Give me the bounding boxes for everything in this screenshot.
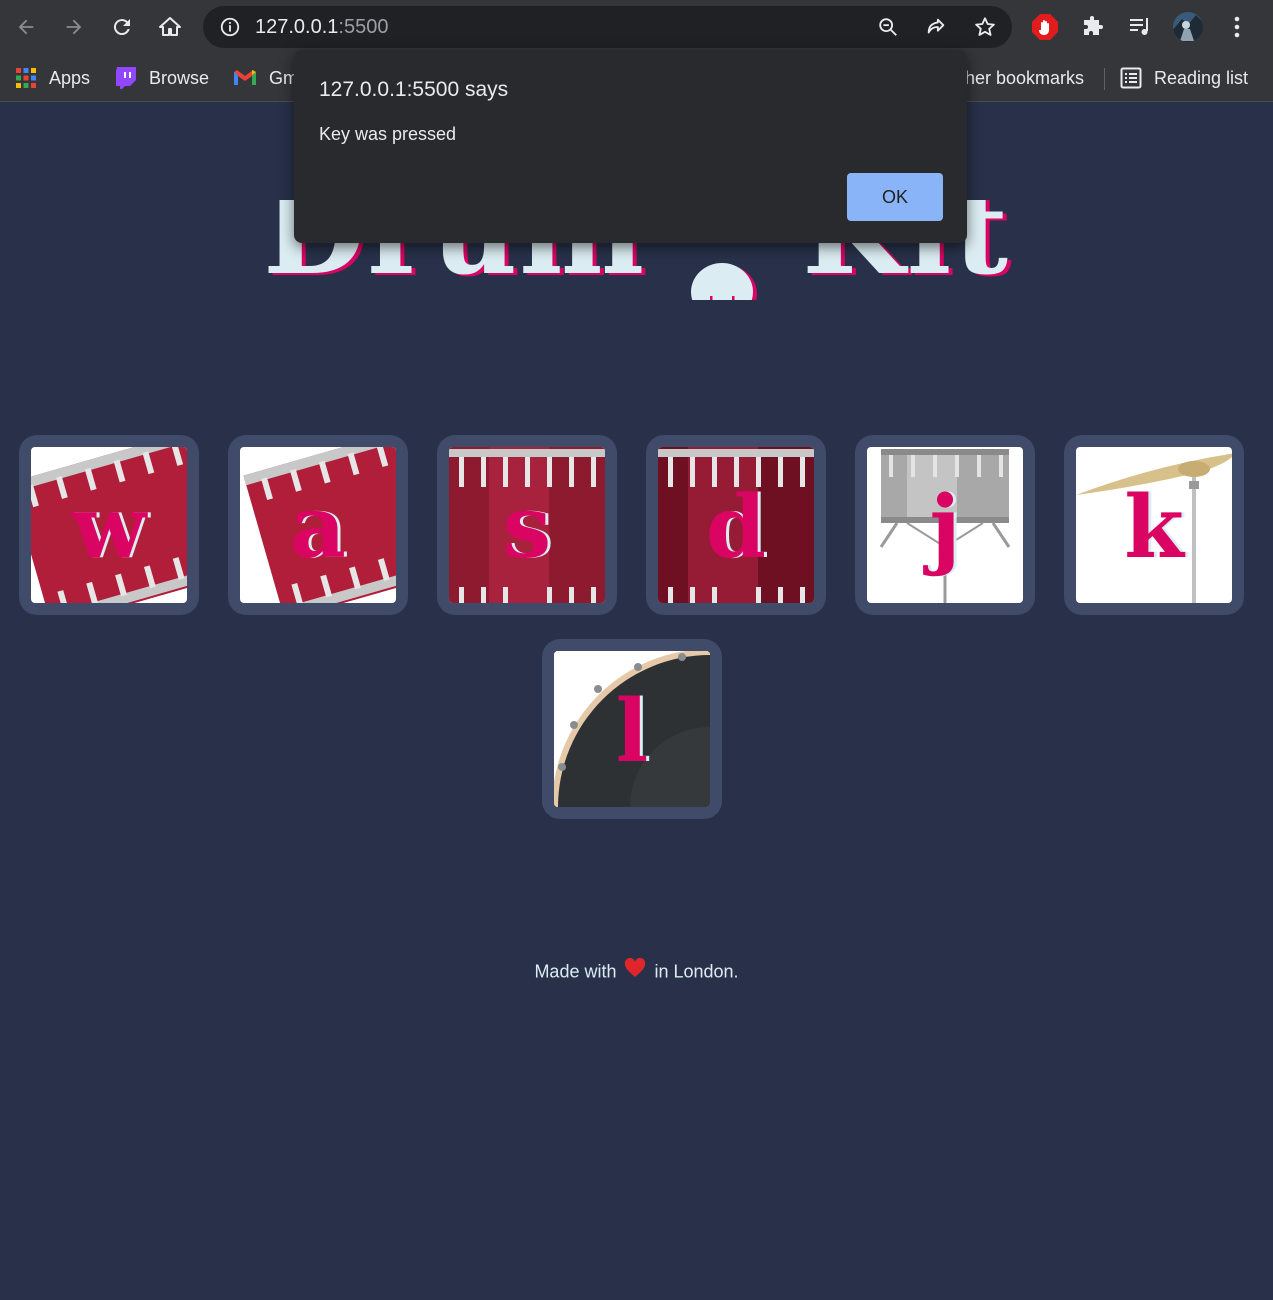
back-arrow-icon [18,19,34,35]
url-host: 127.0.0.1 [255,16,339,38]
bookmark-gmail[interactable]: Gm [233,64,298,92]
bookmark-twitch[interactable]: Browse [115,64,209,92]
url-text: 127.0.0.1:5500 [255,16,388,39]
ok-button[interactable]: OK [847,173,943,221]
drum-button-s[interactable]: s [437,435,617,615]
apps-grid-icon [15,67,37,89]
bookmarks-divider [1104,68,1105,90]
drum-key-label: k [1124,477,1184,578]
footer-text-before: Made with [534,961,617,982]
drum-button-a[interactable]: a [228,435,408,615]
back-button[interactable] [10,11,42,43]
reload-icon [113,19,130,36]
bookmark-reading-list-label: Reading list [1154,67,1249,88]
drum-key-label: l [615,681,649,782]
drum-button-k[interactable]: k [1064,435,1244,615]
home-icon [159,17,181,36]
alert-dialog: 127.0.0.1:5500 says Key was pressed OK [294,50,967,243]
bookmark-star-icon[interactable] [973,15,997,39]
drum-key-label: w [71,477,147,578]
gmail-icon [233,69,257,87]
drum-button-j[interactable]: j [855,435,1035,615]
url-port: :5500 [338,16,389,38]
footer-text-after: in London. [654,961,739,982]
browser-menu-icon[interactable] [1221,11,1253,43]
media-queue-icon[interactable] [1124,11,1156,43]
dialog-message: Key was pressed [319,124,457,144]
drum-button-w[interactable]: w [19,435,199,615]
home-button[interactable] [154,11,186,43]
bookmark-twitch-label: Browse [149,67,210,88]
drum-key-label: d [705,477,767,578]
zoom-icon[interactable] [876,15,900,39]
forward-arrow-icon [66,19,82,35]
reading-list-icon [1120,67,1142,89]
heart-icon [624,957,646,983]
bookmark-other-label: ther bookmarks [960,67,1085,88]
drum-button-l[interactable]: l [542,639,722,819]
twitch-icon [115,66,137,90]
forward-button[interactable] [58,11,90,43]
bookmark-apps[interactable]: Apps [15,64,90,92]
bookmark-apps-label: Apps [49,67,91,88]
drum-key-label: a [290,477,346,578]
dialog-title: 127.0.0.1:5500 says [319,78,509,101]
bookmark-reading-list[interactable]: Reading list [1120,64,1248,92]
site-info-icon[interactable] [218,15,242,39]
profile-avatar[interactable] [1172,11,1204,43]
drum-key-label: j [929,477,961,578]
drum-button-d[interactable]: d [646,435,826,615]
drum-key-label: s [502,477,552,578]
browser-toolbar: 127.0.0.1:5500 [0,0,1273,54]
footer: Made with in London. [0,957,1273,985]
adblock-extension-icon[interactable] [1029,11,1061,43]
share-icon[interactable] [924,15,948,39]
reload-button[interactable] [106,11,138,43]
bookmark-other[interactable]: ther bookmarks [960,64,1084,92]
extensions-puzzle-icon[interactable] [1077,11,1109,43]
address-bar[interactable]: 127.0.0.1:5500 [203,6,1012,48]
